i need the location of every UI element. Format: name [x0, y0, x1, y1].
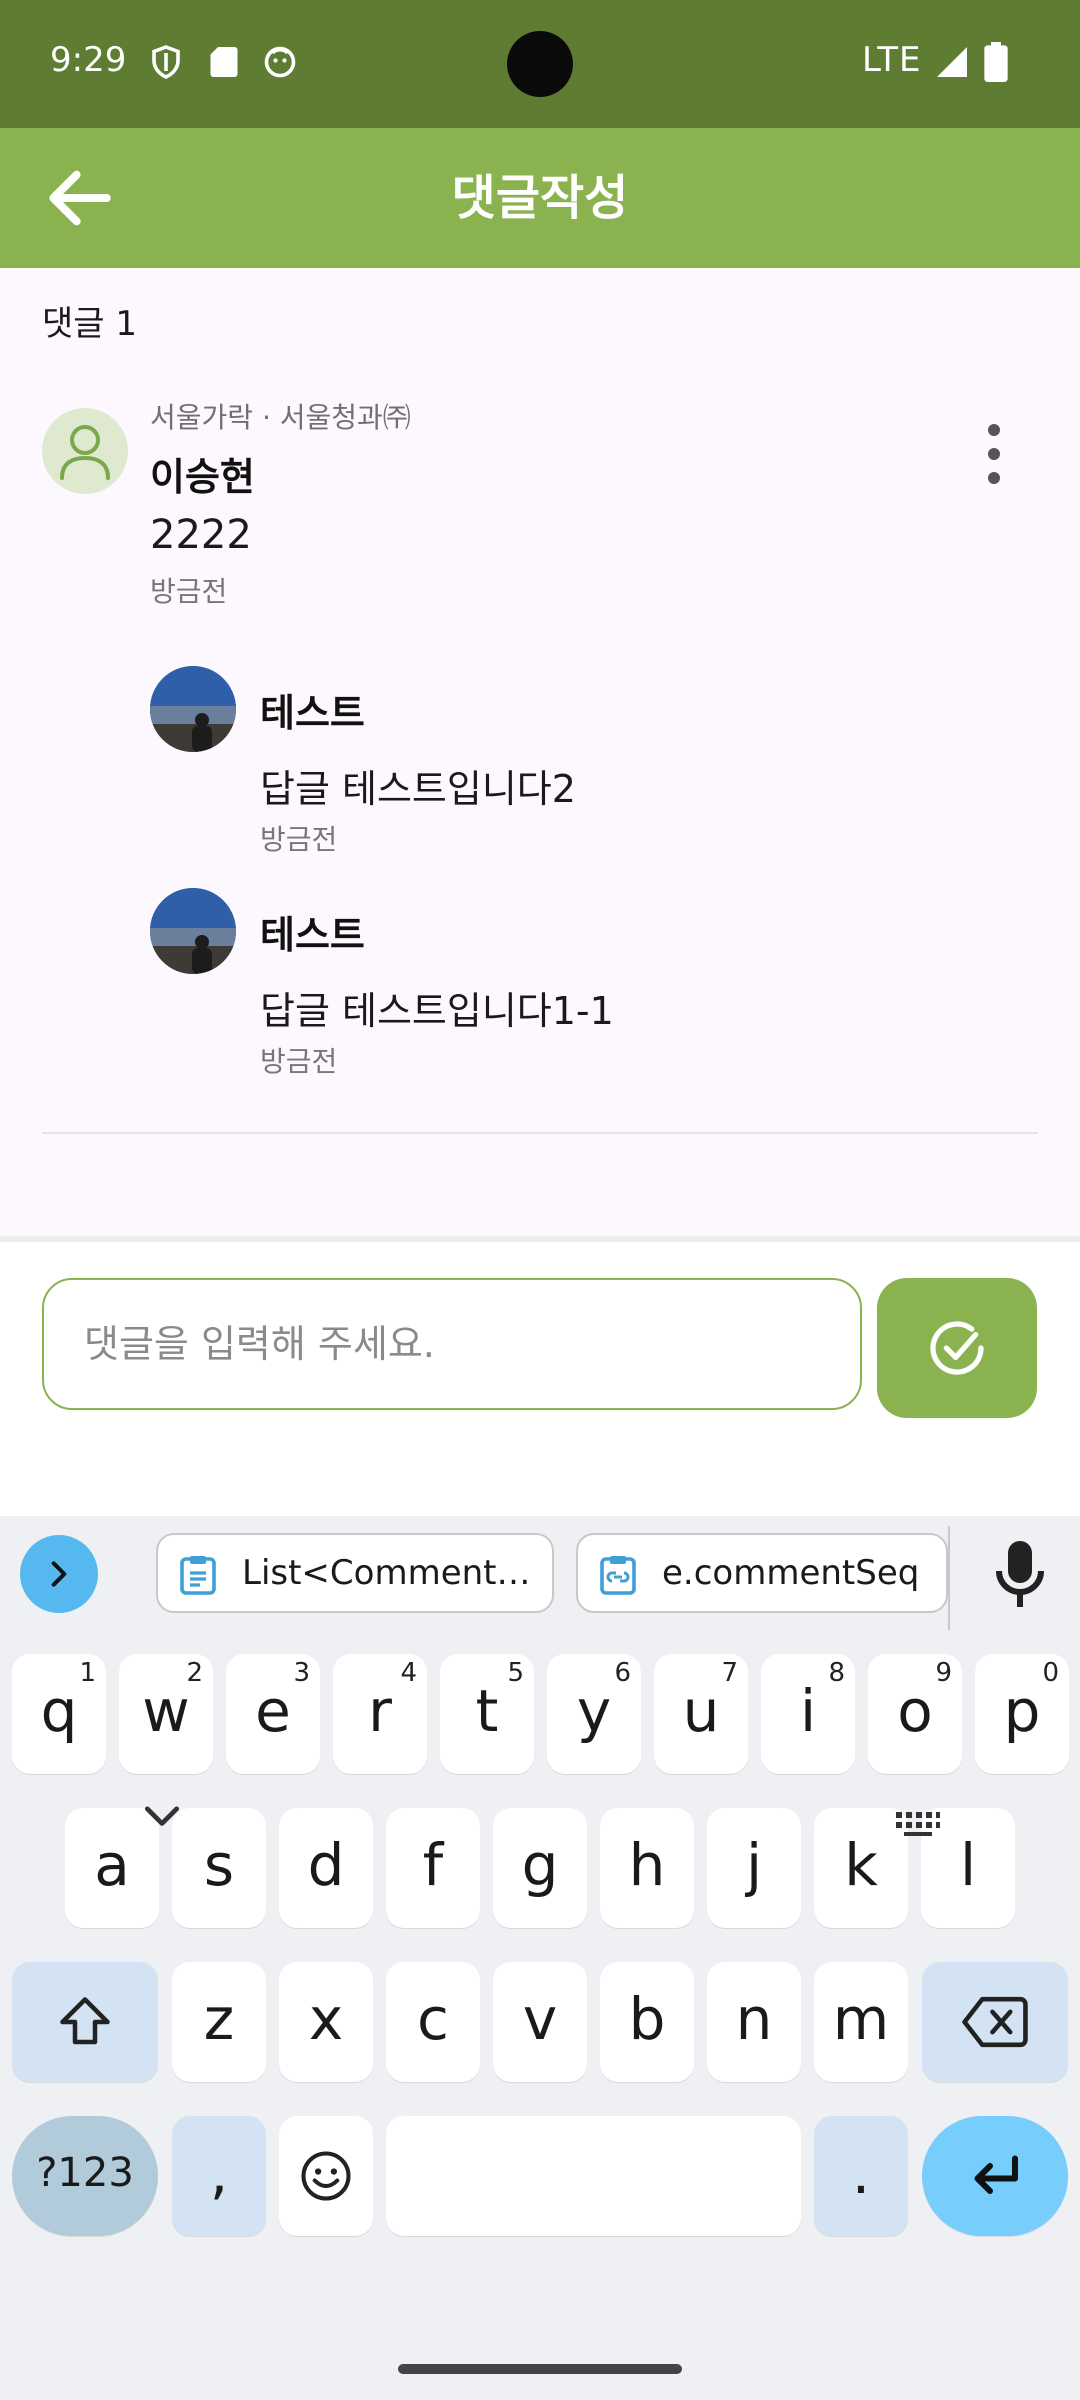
period-key[interactable]: .: [814, 2116, 908, 2236]
comment-time: 방금전: [150, 575, 228, 608]
reply-text: 답글 테스트입니다2: [260, 767, 576, 811]
person-icon: [60, 425, 110, 480]
key-s[interactable]: s: [172, 1808, 266, 1928]
key-q[interactable]: q1: [12, 1654, 106, 1774]
key-g[interactable]: g: [493, 1808, 587, 1928]
reply-avatar[interactable]: [150, 888, 236, 974]
app-bar: 댓글작성: [0, 128, 1080, 268]
key-m[interactable]: m: [814, 1962, 908, 2082]
backspace-icon: [962, 1996, 1028, 2048]
author-name: 이승현: [150, 455, 255, 499]
key-z[interactable]: z: [172, 1962, 266, 2082]
reply-avatar[interactable]: [150, 666, 236, 752]
photo-avatar-icon: [150, 888, 236, 974]
clipboard-suggestion[interactable]: e.commentSeq: [576, 1533, 948, 1613]
soft-keyboard: List<Comment… e.commentSeq q1 w2 e3 r4 t…: [0, 1516, 1080, 2400]
backspace-key[interactable]: [922, 1962, 1068, 2082]
emoji-key[interactable]: [279, 2116, 373, 2236]
clipboard-text: List<Comment…: [242, 1553, 531, 1593]
comment-list: 댓글 1 서울가락 · 서울청과㈜ 이승현 2222 방금전 테스트 답글 테스…: [0, 268, 1080, 1236]
clipboard-text: e.commentSeq: [662, 1553, 920, 1593]
avatar[interactable]: [42, 408, 128, 494]
camera-cutout: [507, 31, 573, 97]
key-n[interactable]: n: [707, 1962, 801, 2082]
clipboard-icon: [180, 1556, 216, 1595]
submit-button[interactable]: [877, 1278, 1037, 1418]
check-circle-icon: [930, 1321, 984, 1375]
divider: [948, 1526, 950, 1630]
keyboard-switch-button[interactable]: [894, 1810, 942, 1838]
home-indicator[interactable]: [398, 2364, 682, 2374]
shift-icon: [60, 1997, 110, 2045]
status-time: 9:29: [50, 40, 127, 80]
mic-icon: [996, 1541, 1044, 1607]
key-y[interactable]: y6: [547, 1654, 641, 1774]
clipboard-suggestion[interactable]: List<Comment…: [156, 1533, 554, 1613]
key-h[interactable]: h: [600, 1808, 694, 1928]
divider: [42, 1132, 1038, 1134]
key-r[interactable]: r4: [333, 1654, 427, 1774]
more-vert-icon: [988, 424, 1000, 484]
suggestion-expand-button[interactable]: [20, 1535, 98, 1613]
key-c[interactable]: c: [386, 1962, 480, 2082]
network-type: LTE: [862, 40, 922, 80]
key-o[interactable]: o9: [868, 1654, 962, 1774]
status-bar: 9:29 LTE: [0, 0, 1080, 128]
key-j[interactable]: j: [707, 1808, 801, 1928]
key-p[interactable]: p0: [975, 1654, 1069, 1774]
comment-input-bar: [0, 1236, 1080, 1516]
comment-text: 2222: [150, 512, 252, 558]
shift-key[interactable]: [12, 1962, 158, 2082]
key-d[interactable]: d: [279, 1808, 373, 1928]
key-i[interactable]: i8: [761, 1654, 855, 1774]
reply-time: 방금전: [260, 823, 338, 856]
space-key[interactable]: [386, 2116, 801, 2236]
face-icon: [264, 46, 296, 78]
more-options-button[interactable]: [966, 416, 1022, 496]
arrow-left-icon: [49, 170, 111, 226]
key-u[interactable]: u7: [654, 1654, 748, 1774]
symbols-key[interactable]: ?123: [12, 2116, 158, 2236]
emoji-icon: [301, 2151, 351, 2201]
signal-icon: [937, 47, 967, 77]
key-t[interactable]: t5: [440, 1654, 534, 1774]
key-v[interactable]: v: [493, 1962, 587, 2082]
key-f[interactable]: f: [386, 1808, 480, 1928]
enter-key[interactable]: [922, 2116, 1068, 2236]
enter-icon: [974, 2155, 1018, 2194]
sd-card-icon: [210, 47, 238, 77]
key-b[interactable]: b: [600, 1962, 694, 2082]
photo-avatar-icon: [150, 666, 236, 752]
comma-key[interactable]: ,: [172, 2116, 266, 2236]
clipboard-link-icon: [600, 1556, 636, 1595]
reply-author: 테스트: [260, 691, 365, 735]
shield-icon: [152, 45, 180, 79]
page-title: 댓글작성: [451, 170, 629, 226]
battery-icon: [984, 42, 1008, 82]
keyboard-icon: [896, 1812, 940, 1836]
author-organization: 서울가락 · 서울청과㈜: [150, 401, 411, 434]
mic-button[interactable]: [990, 1538, 1050, 1610]
comment-count: 댓글 1: [42, 304, 137, 344]
reply-text: 답글 테스트입니다1-1: [260, 989, 614, 1033]
key-x[interactable]: x: [279, 1962, 373, 2082]
chevron-right-icon: [51, 1561, 67, 1587]
back-button[interactable]: [40, 158, 120, 238]
key-w[interactable]: w2: [119, 1654, 213, 1774]
reply-time: 방금전: [260, 1045, 338, 1078]
hide-keyboard-button[interactable]: [140, 1800, 184, 1836]
reply-author: 테스트: [260, 913, 365, 957]
chevron-down-icon: [144, 1806, 180, 1826]
comment-input[interactable]: [42, 1278, 862, 1410]
key-e[interactable]: e3: [226, 1654, 320, 1774]
